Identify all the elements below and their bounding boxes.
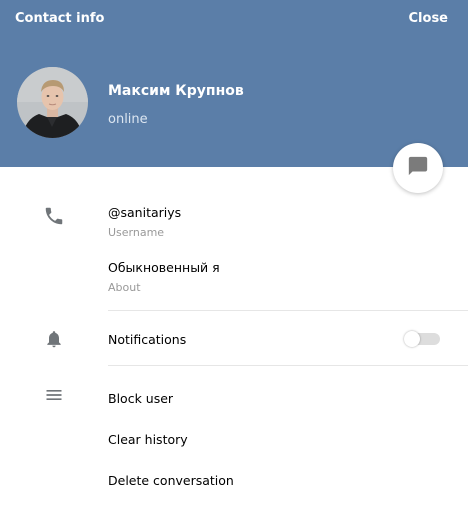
avatar bbox=[17, 67, 88, 138]
close-button[interactable]: Close bbox=[409, 11, 448, 26]
clear-history-button[interactable]: Clear history bbox=[108, 432, 188, 447]
send-message-button[interactable] bbox=[393, 143, 443, 193]
about-label: About bbox=[108, 281, 141, 294]
divider bbox=[108, 310, 468, 311]
user-status: online bbox=[108, 112, 148, 127]
header-title: Contact info bbox=[15, 11, 105, 26]
user-name: Максим Крупнов bbox=[108, 83, 244, 99]
delete-conversation-button[interactable]: Delete conversation bbox=[108, 473, 234, 488]
about-value: Обыкновенный я bbox=[108, 260, 220, 275]
contact-header: Contact info Close Максим Крупнов online bbox=[0, 0, 468, 167]
divider bbox=[108, 365, 468, 366]
notifications-label: Notifications bbox=[108, 332, 187, 347]
username-value: @sanitariys bbox=[108, 205, 182, 220]
bell-icon bbox=[42, 327, 66, 351]
block-user-button[interactable]: Block user bbox=[108, 391, 173, 406]
username-label: Username bbox=[108, 226, 165, 239]
notifications-toggle[interactable] bbox=[404, 331, 441, 347]
message-icon bbox=[407, 155, 429, 181]
menu-icon bbox=[42, 383, 66, 407]
phone-icon bbox=[42, 204, 66, 228]
toggle-knob bbox=[404, 331, 420, 347]
